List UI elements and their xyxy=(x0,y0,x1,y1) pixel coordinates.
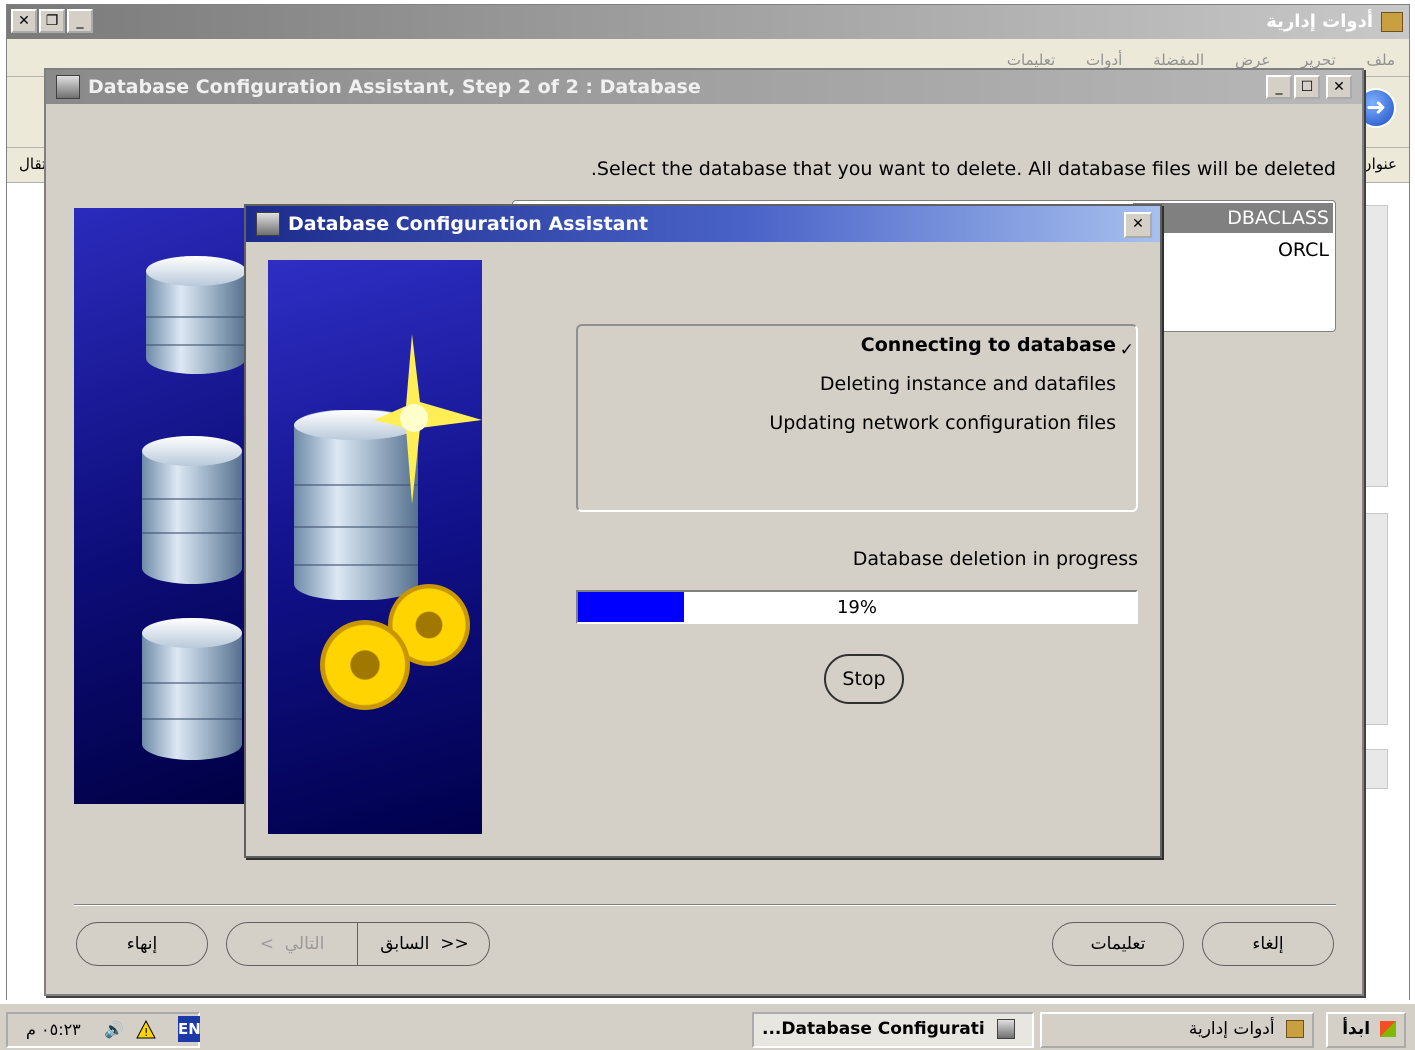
database-illustration xyxy=(74,208,246,804)
progress-titlebar[interactable]: Database Configuration Assistant ✕ xyxy=(246,206,1160,242)
chevron-right-icon: > xyxy=(259,934,280,954)
nav-button-group: التالي > << السابق xyxy=(226,922,490,966)
steps-panel: Connecting to database ✓ Deleting instan… xyxy=(576,324,1138,512)
progress-title: Database Configuration Assistant xyxy=(288,213,649,235)
next-button[interactable]: التالي > xyxy=(227,923,358,965)
task-panel xyxy=(1362,205,1388,487)
minimize-icon[interactable]: _ xyxy=(1266,75,1292,99)
address-label: عنوان xyxy=(1360,155,1397,173)
help-button[interactable]: تعليمات xyxy=(1052,922,1184,966)
database-icon xyxy=(996,1019,1015,1039)
checkmark-icon: ✓ xyxy=(1119,340,1134,360)
clock[interactable]: ٠٥:٢٣ م xyxy=(26,1020,81,1039)
windows-logo-icon xyxy=(1380,1021,1396,1037)
menu-tools[interactable]: أدوات xyxy=(1086,51,1122,69)
dbca-titlebar[interactable]: Database Configuration Assistant, Step 2… xyxy=(46,70,1362,104)
speaker-icon[interactable]: 🔊 xyxy=(104,1020,124,1039)
sparkle-icon xyxy=(374,334,482,504)
menu-edit[interactable]: تحرير xyxy=(1301,51,1336,69)
taskbar-task-dbca[interactable]: ...Database Configurati xyxy=(752,1012,1034,1048)
finish-button[interactable]: إنهاء xyxy=(76,922,208,966)
menu-view[interactable]: عرض xyxy=(1235,51,1270,69)
step-deleting: Deleting instance and datafiles xyxy=(819,373,1116,395)
explorer-titlebar[interactable]: أدوات إدارية ✕ ❐ _ xyxy=(7,5,1409,39)
database-icon xyxy=(256,212,280,236)
instruction-text: .Select the database that you want to de… xyxy=(590,158,1336,180)
taskbar: ٠٥:٢٣ م 🔊 ! ...Database Configurati أدوا… xyxy=(0,1002,1415,1050)
progress-dialog: Database Configuration Assistant ✕ Conne… xyxy=(244,204,1162,858)
stop-button[interactable]: Stop xyxy=(824,654,904,704)
task-panel xyxy=(1362,749,1388,789)
database-illustration xyxy=(268,260,482,834)
menu-file[interactable]: ملف xyxy=(1366,51,1395,69)
close-icon[interactable]: ✕ xyxy=(1124,212,1152,238)
admin-tools-icon xyxy=(1286,1020,1304,1038)
status-text: Database deletion in progress xyxy=(852,548,1138,570)
system-tray: ٠٥:٢٣ م 🔊 ! xyxy=(6,1012,200,1048)
warning-icon[interactable]: ! xyxy=(136,1020,156,1040)
close-icon[interactable]: ✕ xyxy=(1326,75,1352,99)
start-button[interactable]: ابدأ xyxy=(1326,1012,1406,1048)
svg-text:!: ! xyxy=(144,1026,148,1039)
explorer-title: أدوات إدارية xyxy=(1266,11,1373,32)
minimize-icon[interactable]: _ xyxy=(67,9,93,33)
menu-favorites[interactable]: المفضلة xyxy=(1153,51,1204,69)
maximize-icon[interactable]: ☐ xyxy=(1294,75,1320,99)
database-icon xyxy=(56,75,80,99)
cancel-button[interactable]: إلغاء xyxy=(1202,922,1334,966)
menu-items: ملف تحرير عرض المفضلة أدوات تعليمات xyxy=(981,51,1395,69)
button-separator xyxy=(74,904,1336,906)
step-connecting: Connecting to database xyxy=(860,334,1116,356)
chevron-left-icon: << xyxy=(434,934,469,954)
gear-icon xyxy=(320,620,410,710)
restore-icon[interactable]: ❐ xyxy=(39,9,65,33)
progress-bar: 19% xyxy=(576,590,1138,624)
task-panel xyxy=(1362,513,1388,725)
back-button[interactable]: << السابق xyxy=(359,923,489,965)
dbca-title: Database Configuration Assistant, Step 2… xyxy=(88,76,701,98)
close-icon[interactable]: ✕ xyxy=(11,9,37,33)
menu-help[interactable]: تعليمات xyxy=(1007,51,1055,69)
admin-tools-icon xyxy=(1381,12,1403,32)
language-indicator[interactable]: EN xyxy=(178,1016,201,1042)
taskbar-task-admin-tools[interactable]: أدوات إدارية xyxy=(1040,1012,1314,1048)
step-updating: Updating network configuration files xyxy=(769,412,1116,434)
database-item[interactable]: ORCL xyxy=(1133,235,1333,265)
database-item[interactable]: DBACLASS xyxy=(1133,203,1333,233)
progress-percent: 19% xyxy=(836,597,877,618)
